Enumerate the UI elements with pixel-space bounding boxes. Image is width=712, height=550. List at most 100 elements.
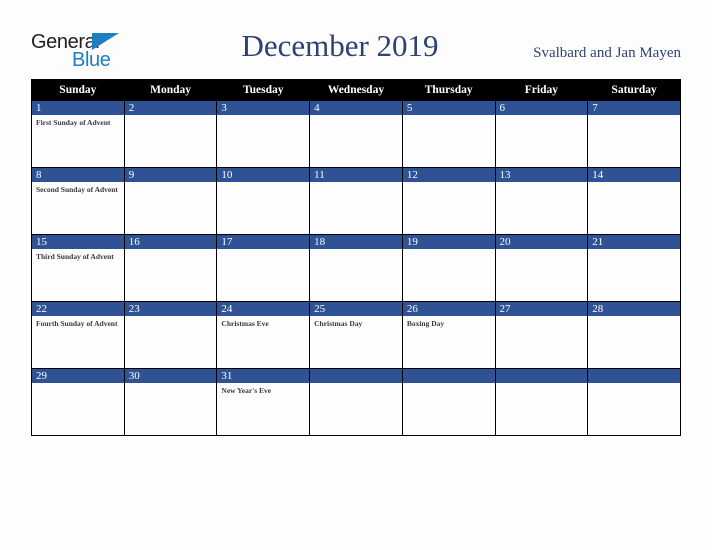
weekday-header-sunday: Sunday <box>31 79 125 101</box>
calendar-day-cell[interactable]: 12 <box>401 167 496 235</box>
calendar-day-cell[interactable]: 2 <box>123 100 218 168</box>
event-label: Fourth Sunday of Advent <box>36 319 118 328</box>
weekday-header-thursday: Thursday <box>401 79 496 101</box>
day-number: 6 <box>495 101 588 115</box>
day-events: Third Sunday of Advent <box>32 249 124 262</box>
calendar-week-row: 8 Second Sunday of Advent 9 10 11 12 13 14 <box>31 167 681 235</box>
weekday-header-wednesday: Wednesday <box>309 79 403 101</box>
day-events: Christmas Eve <box>217 316 309 329</box>
calendar-day-cell[interactable]: 11 <box>309 167 403 235</box>
calendar-day-cell[interactable]: 18 <box>309 234 403 302</box>
calendar-day-cell[interactable]: 6 <box>494 100 589 168</box>
calendar-day-cell[interactable]: 5 <box>401 100 496 168</box>
day-events: Second Sunday of Advent <box>32 182 124 195</box>
day-number: 22 <box>32 302 124 316</box>
calendar-day-cell[interactable]: 23 <box>123 301 218 369</box>
calendar-day-cell[interactable]: 10 <box>216 167 311 235</box>
weekday-header-monday: Monday <box>123 79 218 101</box>
calendar-week-row: 1 First Sunday of Advent 2 3 4 5 6 7 <box>31 100 681 168</box>
day-number: 5 <box>402 101 495 115</box>
day-number: 19 <box>402 235 495 249</box>
day-number: 23 <box>124 302 217 316</box>
calendar-day-cell[interactable]: 3 <box>216 100 311 168</box>
calendar-empty-cell[interactable] <box>401 368 496 436</box>
calendar-day-cell[interactable]: 15 Third Sunday of Advent <box>31 234 125 302</box>
calendar-day-cell[interactable]: 30 <box>123 368 218 436</box>
day-events: Boxing Day <box>403 316 495 329</box>
logo-word-blue: Blue <box>72 49 111 71</box>
calendar-day-cell[interactable]: 24 Christmas Eve <box>216 301 311 369</box>
day-number <box>588 369 680 383</box>
calendar-day-cell[interactable]: 7 <box>587 100 681 168</box>
calendar-empty-cell[interactable] <box>309 368 403 436</box>
day-number: 2 <box>124 101 217 115</box>
calendar-day-cell[interactable]: 31 New Year's Eve <box>216 368 311 436</box>
calendar-header-row: Sunday Monday Tuesday Wednesday Thursday Frid… <box>31 79 681 101</box>
general-blue-logo: General Blue <box>31 32 161 72</box>
page-title: December 2019 <box>241 28 439 63</box>
day-number: 27 <box>495 302 588 316</box>
day-number: 31 <box>217 369 310 383</box>
region-subtitle: Svalbard and Jan Mayen <box>533 45 681 61</box>
day-number: 9 <box>124 168 217 182</box>
day-number: 29 <box>32 369 124 383</box>
calendar-day-cell[interactable]: 14 <box>587 167 681 235</box>
calendar-day-cell[interactable]: 1 First Sunday of Advent <box>31 100 125 168</box>
calendar-day-cell[interactable]: 22 Fourth Sunday of Advent <box>31 301 125 369</box>
event-label: Second Sunday of Advent <box>36 185 118 194</box>
day-number: 12 <box>402 168 495 182</box>
calendar-day-cell[interactable]: 16 <box>123 234 218 302</box>
day-number: 1 <box>32 101 124 115</box>
calendar-day-cell[interactable]: 9 <box>123 167 218 235</box>
day-number: 4 <box>310 101 402 115</box>
calendar-day-cell[interactable]: 21 <box>587 234 681 302</box>
day-number: 13 <box>495 168 588 182</box>
calendar-week-row: 29 30 31 New Year's Eve <box>31 368 681 436</box>
day-number: 3 <box>217 101 310 115</box>
calendar-page: General Blue December 2019 Svalbard and … <box>0 0 712 550</box>
calendar-body: 1 First Sunday of Advent 2 3 4 5 6 7 8 Second Sun… <box>31 100 681 436</box>
calendar-day-cell[interactable]: 29 <box>31 368 125 436</box>
day-number: 24 <box>217 302 310 316</box>
calendar-day-cell[interactable]: 19 <box>401 234 496 302</box>
calendar-day-cell[interactable]: 25 Christmas Day <box>309 301 403 369</box>
day-number: 8 <box>32 168 124 182</box>
day-events: Christmas Day <box>310 316 402 329</box>
calendar-day-cell[interactable]: 4 <box>309 100 403 168</box>
day-number: 11 <box>310 168 402 182</box>
logo-triangle-icon <box>92 33 119 50</box>
calendar-day-cell[interactable]: 8 Second Sunday of Advent <box>31 167 125 235</box>
day-number <box>310 369 402 383</box>
day-number: 26 <box>402 302 495 316</box>
day-number <box>495 369 588 383</box>
day-number: 18 <box>310 235 402 249</box>
event-label: Third Sunday of Advent <box>36 252 114 261</box>
day-number: 20 <box>495 235 588 249</box>
day-events: Fourth Sunday of Advent <box>32 316 124 329</box>
day-number: 7 <box>588 101 680 115</box>
event-label: Boxing Day <box>406 319 445 328</box>
calendar-day-cell[interactable]: 17 <box>216 234 311 302</box>
calendar-day-cell[interactable]: 27 <box>494 301 589 369</box>
day-number: 21 <box>588 235 680 249</box>
day-number: 25 <box>310 302 402 316</box>
event-label: First Sunday of Advent <box>36 118 111 127</box>
event-label: New Year's Eve <box>221 386 272 395</box>
calendar-day-cell[interactable]: 13 <box>494 167 589 235</box>
weekday-header-tuesday: Tuesday <box>216 79 311 101</box>
calendar-day-cell[interactable]: 28 <box>587 301 681 369</box>
day-number: 30 <box>124 369 217 383</box>
calendar-empty-cell[interactable] <box>494 368 589 436</box>
day-number: 16 <box>124 235 217 249</box>
weekday-header-saturday: Saturday <box>587 79 681 101</box>
weekday-header-friday: Friday <box>494 79 589 101</box>
calendar-day-cell[interactable]: 26 Boxing Day <box>401 301 496 369</box>
day-number: 14 <box>588 168 680 182</box>
calendar-empty-cell[interactable] <box>587 368 681 436</box>
weekday-header-row: Sunday Monday Tuesday Wednesday Thursday Frid… <box>31 79 681 101</box>
calendar-day-cell[interactable]: 20 <box>494 234 589 302</box>
day-events: First Sunday of Advent <box>32 115 124 128</box>
day-number <box>402 369 495 383</box>
day-events: New Year's Eve <box>217 383 309 396</box>
event-label: Christmas Day <box>314 319 363 328</box>
